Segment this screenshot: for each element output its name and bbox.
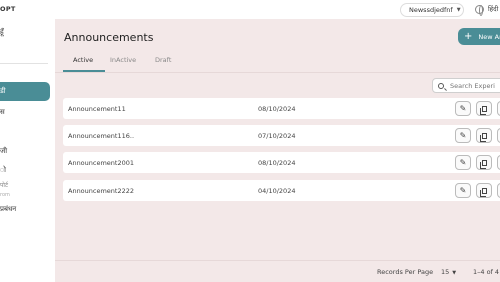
edit-icon[interactable]: ✎: [455, 183, 471, 198]
sidebar-item[interactable]: पोर्ट: [0, 181, 8, 189]
announcement-name[interactable]: Announcement11: [68, 105, 126, 113]
sidebar-item[interactable]: rom: [0, 192, 10, 198]
new-announcement-button[interactable]: + New An: [458, 28, 500, 45]
sidebar-item[interactable]: ो: [0, 166, 6, 175]
records-per-page-select[interactable]: 15 ▼: [441, 268, 456, 276]
announcement-name[interactable]: Announcement2001: [68, 159, 134, 167]
sidebar-item[interactable]: प्रबंधन: [0, 205, 16, 214]
announcement-date: 08/10/2024: [258, 105, 296, 113]
sidebar-item[interactable]: स: [0, 108, 5, 117]
sidebar-divider: [0, 63, 48, 64]
main-content: Announcements + New An Active InActive D…: [55, 19, 500, 282]
sidebar-item-active[interactable]: डी: [0, 82, 50, 101]
announcement-date: 07/10/2024: [258, 132, 296, 140]
sidebar-top-item[interactable]: हूँ: [0, 28, 4, 37]
tab-inactive[interactable]: InActive: [110, 56, 136, 64]
tabs-divider: [55, 72, 500, 73]
announcement-name[interactable]: Announcement2222: [68, 187, 134, 195]
table-row: Announcement11 08/10/2024 ✎: [63, 98, 500, 119]
footer-divider: [55, 260, 500, 261]
copy-icon[interactable]: [476, 155, 492, 170]
search-box[interactable]: [432, 78, 500, 93]
copy-icon[interactable]: [476, 183, 492, 198]
chevron-down-icon: ▼: [452, 270, 457, 276]
announcement-date: 08/10/2024: [258, 159, 296, 167]
plus-icon: +: [464, 30, 473, 42]
sidebar: हूँ डी स जी ो पोर्ट rom प्रबंधन: [0, 19, 55, 282]
records-per-page-label: Records Per Page: [377, 268, 434, 276]
language-select[interactable]: हिंदी: [488, 4, 498, 13]
organization-select[interactable]: Newssdjedfnf ▼: [400, 3, 464, 17]
tab-active[interactable]: Active: [73, 56, 93, 64]
edit-icon[interactable]: ✎: [455, 101, 471, 116]
globe-icon[interactable]: [475, 5, 484, 16]
tab-draft[interactable]: Draft: [155, 56, 171, 64]
pagination-range: 1–4 of 4: [473, 268, 500, 276]
sidebar-item[interactable]: जी: [0, 147, 7, 156]
search-input[interactable]: [450, 81, 500, 90]
table-row: Announcement2001 08/10/2024 ✎: [63, 152, 500, 173]
announcement-date: 04/10/2024: [258, 187, 296, 195]
table-row: Announcement116.. 07/10/2024 ✎: [63, 125, 500, 146]
organization-select-value: Newssdjedfnf: [409, 6, 453, 14]
top-bar: OPT Newssdjedfnf ▼ हिंदी: [0, 0, 500, 19]
edit-icon[interactable]: ✎: [455, 128, 471, 143]
edit-icon[interactable]: ✎: [455, 155, 471, 170]
page-title: Announcements: [64, 31, 154, 44]
announcement-name[interactable]: Announcement116..: [68, 132, 134, 140]
table-row: Announcement2222 04/10/2024 ✎: [63, 180, 500, 201]
search-icon: [438, 82, 444, 89]
copy-icon[interactable]: [476, 128, 492, 143]
brand-logo: OPT: [0, 5, 16, 13]
records-per-page-value: 15: [441, 268, 450, 276]
copy-icon[interactable]: [476, 101, 492, 116]
new-announcement-label: New An: [478, 32, 500, 41]
chevron-down-icon: ▼: [456, 7, 461, 13]
